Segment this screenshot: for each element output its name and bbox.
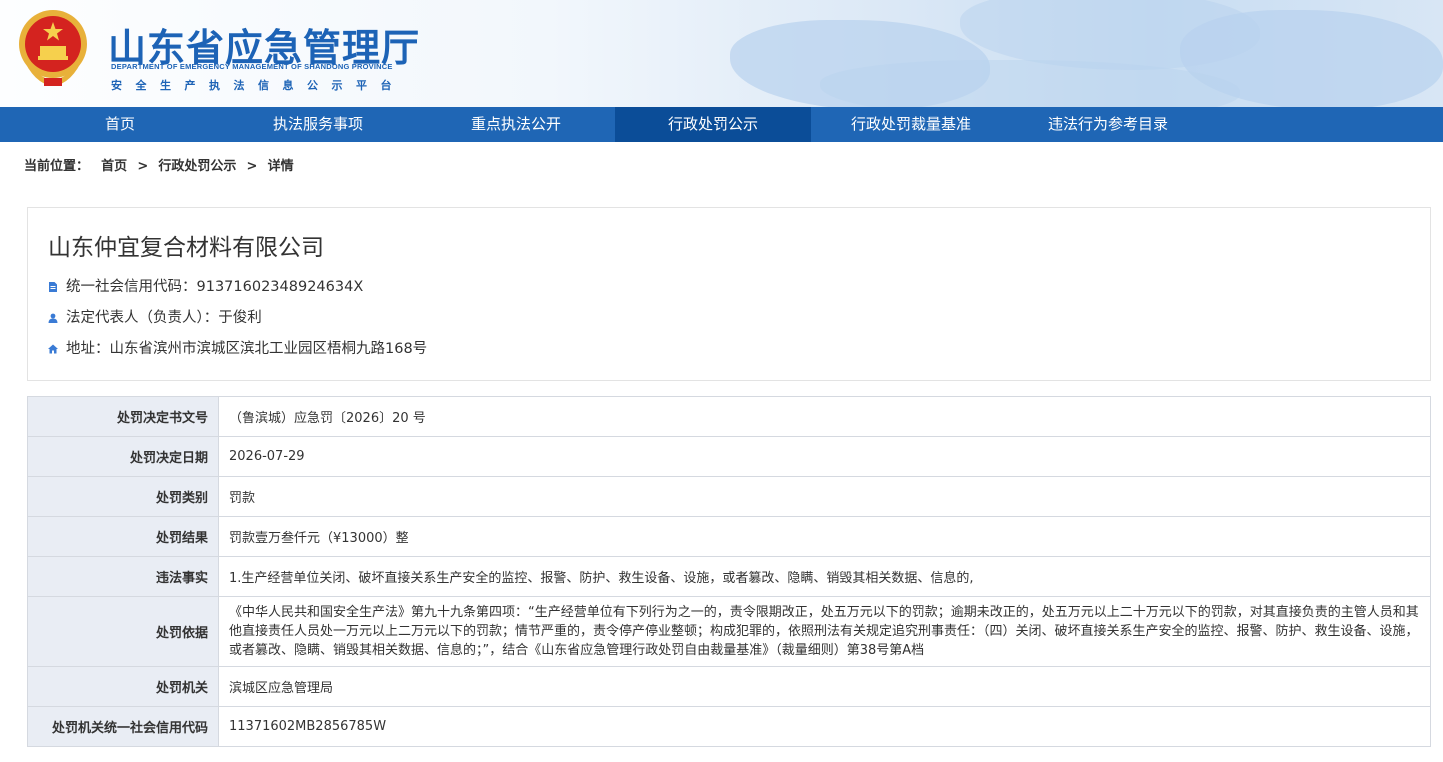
- row-label: 处罚类别: [27, 476, 219, 517]
- row-label: 处罚依据: [27, 596, 219, 667]
- document-icon: [49, 282, 57, 292]
- penalty-details-table: 处罚决定书文号 （鲁滨城）应急罚〔2026〕20 号 处罚决定日期 2026-0…: [27, 396, 1431, 747]
- table-row: 处罚机关 滨城区应急管理局: [27, 666, 1431, 707]
- row-value: 11371602MB2856785W: [218, 706, 1431, 747]
- row-label: 处罚机关统一社会信用代码: [27, 706, 219, 747]
- table-row: 违法事实 1.生产经营单位关闭、破坏直接关系生产安全的监控、报警、防护、救生设备…: [27, 556, 1431, 597]
- row-value: 滨城区应急管理局: [218, 666, 1431, 707]
- nav-item-penalty-publicity[interactable]: 行政处罚公示: [615, 107, 811, 142]
- nav-item-violation-catalog[interactable]: 违法行为参考目录: [1010, 107, 1206, 142]
- breadcrumb-separator: >: [137, 159, 149, 174]
- row-label: 处罚决定书文号: [27, 396, 219, 437]
- row-value: 罚款: [218, 476, 1431, 517]
- breadcrumb: 当前位置： 首页 > 行政处罚公示 > 详情: [24, 155, 294, 174]
- site-header: 山东省应急管理厅 DEPARTMENT OF EMERGENCY MANAGEM…: [0, 0, 1443, 107]
- row-value: 《中华人民共和国安全生产法》第九十九条第四项：“生产经营单位有下列行为之一的，责…: [218, 596, 1431, 667]
- company-legal-rep-row: 法定代表人（负责人）：于俊利: [48, 306, 262, 327]
- nav-item-home[interactable]: 首页: [22, 107, 218, 142]
- company-address: 地址：山东省滨州市滨城区滨北工业园区梧桐九路168号: [66, 341, 428, 357]
- table-row: 处罚决定书文号 （鲁滨城）应急罚〔2026〕20 号: [27, 396, 1431, 437]
- company-legal-rep: 法定代表人（负责人）：于俊利: [66, 310, 262, 326]
- company-credit-code: 统一社会信用代码：91371602348924634X: [66, 279, 364, 295]
- breadcrumb-penalty-publicity[interactable]: 行政处罚公示: [158, 159, 236, 174]
- breadcrumb-home[interactable]: 首页: [101, 159, 127, 174]
- nav-item-discretion-standards[interactable]: 行政处罚裁量基准: [813, 107, 1009, 142]
- table-row: 处罚结果 罚款壹万叁仟元（¥13000）整: [27, 516, 1431, 557]
- row-label: 处罚机关: [27, 666, 219, 707]
- home-icon: [48, 344, 58, 354]
- row-value: （鲁滨城）应急罚〔2026〕20 号: [218, 396, 1431, 437]
- row-value: 罚款壹万叁仟元（¥13000）整: [218, 516, 1431, 557]
- site-subtitle-en: DEPARTMENT OF EMERGENCY MANAGEMENT OF SH…: [111, 62, 393, 71]
- company-credit-code-row: 统一社会信用代码：91371602348924634X: [48, 275, 363, 296]
- user-icon: [48, 313, 58, 323]
- table-row: 处罚机关统一社会信用代码 11371602MB2856785W: [27, 706, 1431, 747]
- company-address-row: 地址：山东省滨州市滨城区滨北工业园区梧桐九路168号: [48, 337, 427, 358]
- nav-item-enforcement-services[interactable]: 执法服务事项: [220, 107, 416, 142]
- breadcrumb-label: 当前位置：: [24, 159, 90, 174]
- main-nav: 首页 执法服务事项 重点执法公开 行政处罚公示 行政处罚裁量基准 违法行为参考目…: [0, 107, 1443, 142]
- breadcrumb-separator: >: [246, 159, 258, 174]
- row-label: 处罚决定日期: [27, 436, 219, 477]
- table-row: 处罚依据 《中华人民共和国安全生产法》第九十九条第四项：“生产经营单位有下列行为…: [27, 596, 1431, 667]
- row-value: 2026-07-29: [218, 436, 1431, 477]
- company-name: 山东仲宜复合材料有限公司: [48, 235, 324, 261]
- breadcrumb-current: 详情: [267, 159, 294, 174]
- site-platform-name: 安全生产执法信息公示平台: [111, 79, 405, 92]
- row-label: 处罚结果: [27, 516, 219, 557]
- national-emblem-icon: [19, 10, 87, 86]
- row-label: 违法事实: [27, 556, 219, 597]
- company-info-card: 山东仲宜复合材料有限公司 统一社会信用代码：91371602348924634X…: [27, 207, 1431, 381]
- nav-item-key-enforcement[interactable]: 重点执法公开: [418, 107, 614, 142]
- row-value: 1.生产经营单位关闭、破坏直接关系生产安全的监控、报警、防护、救生设备、设施，或…: [218, 556, 1431, 597]
- table-row: 处罚类别 罚款: [27, 476, 1431, 517]
- table-row: 处罚决定日期 2026-07-29: [27, 436, 1431, 477]
